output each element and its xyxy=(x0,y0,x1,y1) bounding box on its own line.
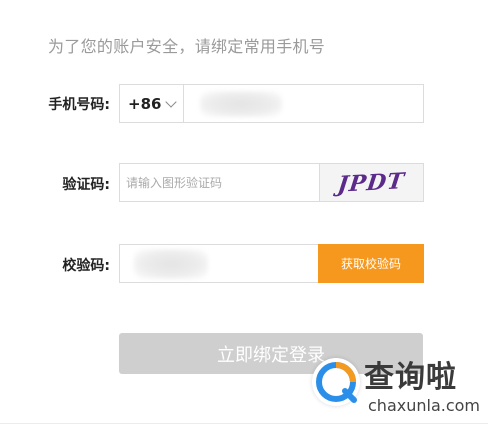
redacted-phone-blur xyxy=(200,91,282,117)
captcha-field: JPDT xyxy=(119,163,424,202)
country-code-select[interactable]: +86 xyxy=(120,85,184,122)
captcha-label: 验证码: xyxy=(62,177,110,193)
verify-code-field: 获取校验码 xyxy=(119,244,424,283)
bind-phone-notice: 为了您的账户安全，请绑定常用手机号 xyxy=(48,37,326,56)
chaxunla-logo-icon xyxy=(312,358,360,406)
country-code-value: +86 xyxy=(128,94,162,113)
chaxunla-watermark: 查询啦 chaxunla.com xyxy=(312,352,480,422)
watermark-title: 查询啦 xyxy=(364,360,457,395)
divider xyxy=(0,423,488,424)
get-verify-code-button[interactable]: 获取校验码 xyxy=(318,244,424,283)
verify-code-label: 校验码: xyxy=(62,258,110,274)
chevron-down-icon xyxy=(165,96,177,108)
captcha-image[interactable]: JPDT xyxy=(319,164,423,201)
watermark-url: chaxunla.com xyxy=(368,396,480,415)
phone-label: 手机号码: xyxy=(48,97,110,113)
captcha-image-text: JPDT xyxy=(336,167,407,198)
phone-field: +86 xyxy=(119,84,424,123)
captcha-input[interactable] xyxy=(120,164,318,201)
redacted-code-blur xyxy=(134,249,208,279)
